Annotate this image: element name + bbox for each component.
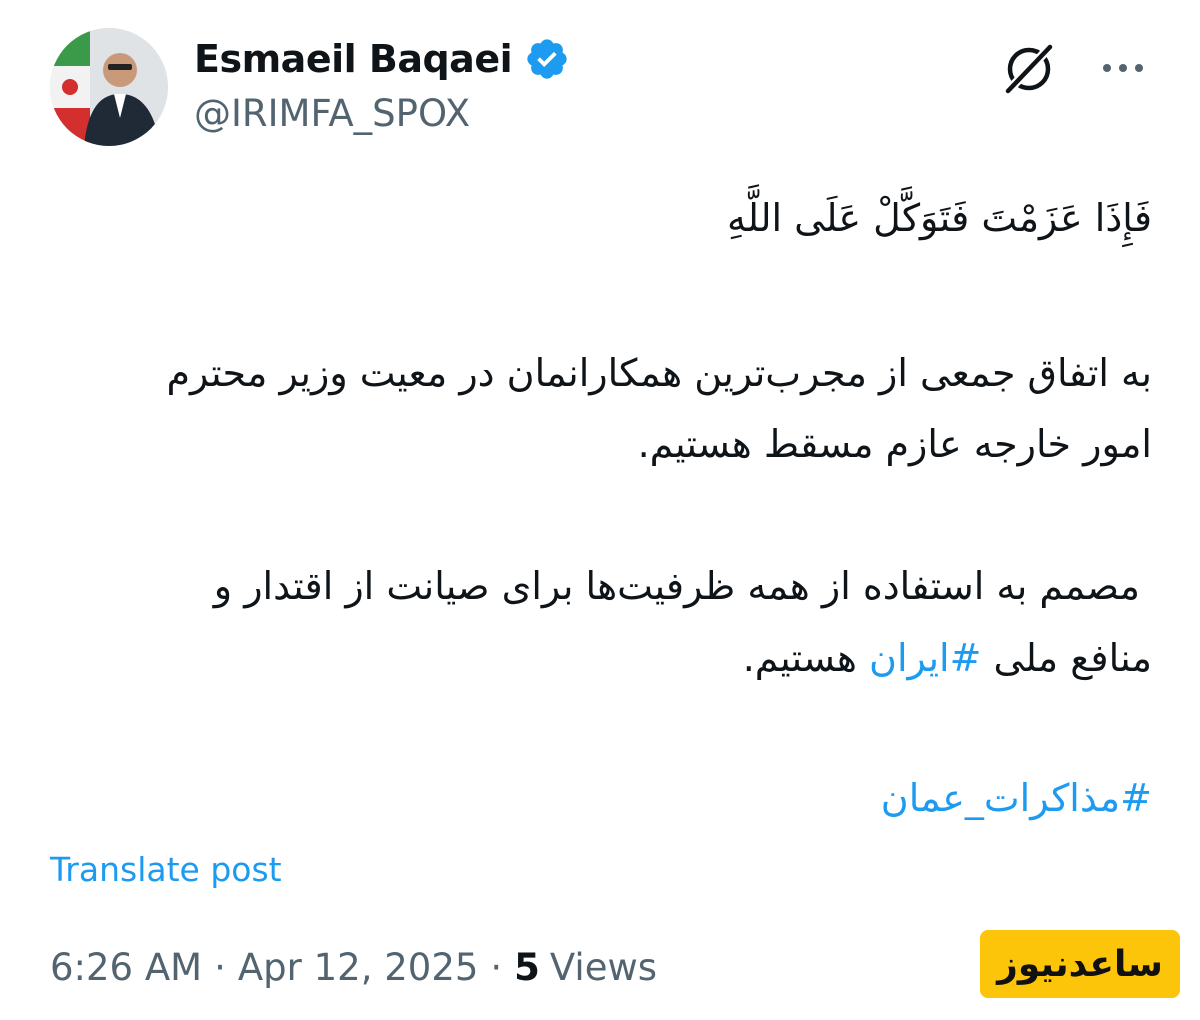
post-ayah: فَإِذَا عَزَمْتَ فَتَوَكَّلْ عَلَى اللَّ… bbox=[727, 196, 1152, 240]
post-time[interactable]: 6:26 AM bbox=[50, 946, 202, 989]
avatar[interactable] bbox=[50, 28, 168, 146]
translate-post-link[interactable]: Translate post bbox=[50, 850, 282, 889]
post-date[interactable]: Apr 12, 2025 bbox=[238, 946, 479, 989]
display-name[interactable]: Esmaeil Baqaei bbox=[194, 37, 513, 81]
paragraph-2-suffix: هستیم. bbox=[742, 636, 870, 680]
meta-separator: · bbox=[214, 946, 226, 989]
paragraph-2-prefix: منافع ملی bbox=[981, 636, 1152, 680]
post-meta: 6:26 AM · Apr 12, 2025 · 5 Views bbox=[50, 946, 657, 989]
profile-photo bbox=[50, 28, 168, 146]
watermark-logo: ساعدنیوز bbox=[980, 930, 1180, 998]
post-hashtag-line: #مذاکرات_عمان bbox=[881, 776, 1152, 820]
verified-badge-icon bbox=[527, 39, 567, 79]
author-name-row: Esmaeil Baqaei bbox=[194, 34, 570, 84]
post-paragraph-1-line-1: به اتفاق جمعی از مجرب‌ترین همکارانمان در… bbox=[166, 351, 1152, 395]
author-handle[interactable]: @IRIMFA_SPOX bbox=[194, 92, 470, 135]
post-paragraph-2-line-1: مصمم به استفاده از همه ظرفیت‌ها برای صیا… bbox=[213, 564, 1140, 608]
views-count: 5 bbox=[514, 946, 540, 989]
views-label: Views bbox=[549, 946, 658, 989]
meta-separator: · bbox=[490, 946, 503, 989]
post-header: Esmaeil Baqaei @IRIMFA_SPOX bbox=[0, 0, 1200, 160]
grok-icon[interactable] bbox=[1000, 40, 1058, 98]
hashtag-iran[interactable]: #ایران bbox=[869, 636, 981, 680]
post-paragraph-2-line-2: منافع ملی #ایران هستیم. bbox=[743, 636, 1152, 680]
more-options-icon[interactable] bbox=[1098, 50, 1148, 86]
hashtag-oman-talks[interactable]: #مذاکرات_عمان bbox=[881, 776, 1152, 820]
post-paragraph-1-line-2: امور خارجه عازم مسقط هستیم. bbox=[637, 422, 1152, 466]
